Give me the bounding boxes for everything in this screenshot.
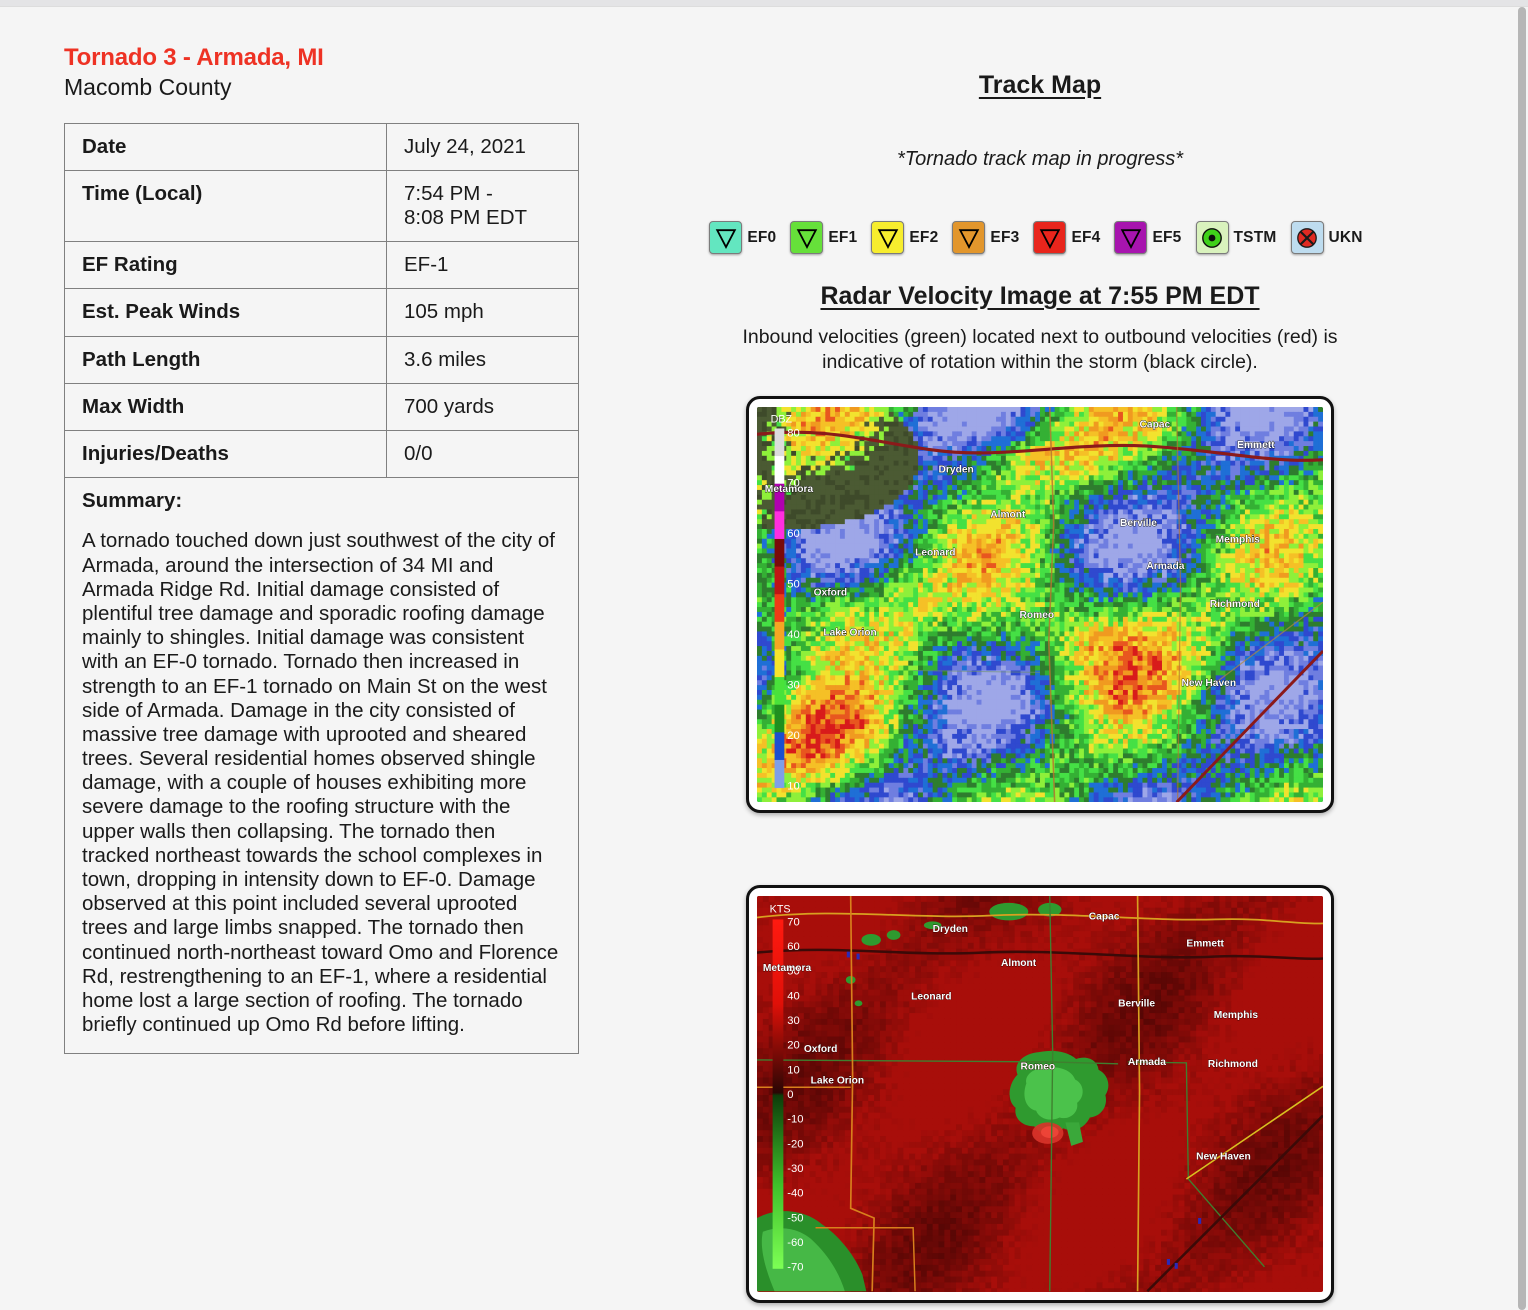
table-row: EF Rating EF-1 — [64, 241, 579, 290]
fact-key: Time (Local) — [64, 169, 387, 243]
legend-item-label: EF4 — [1071, 228, 1101, 246]
table-row: Max Width 700 yards — [64, 382, 579, 432]
scrollbar-thumb[interactable] — [1518, 7, 1526, 1310]
storm-dot-icon — [1195, 221, 1229, 254]
legend-item-label: UKN — [1328, 228, 1363, 246]
triangle-down-icon — [790, 221, 824, 254]
fact-value: 0/0 — [386, 430, 579, 479]
radar-reflectivity-figure[interactable]: DBZ 80 70 60 50 40 30 20 10 Capac Emmett Dryden Almo… — [746, 396, 1334, 814]
page-scrollbar[interactable] — [1514, 7, 1528, 1310]
fact-value: EF-1 — [386, 241, 579, 290]
triangle-down-icon — [952, 221, 986, 254]
fact-value: 7:54 PM -8:08 PM EDT — [386, 169, 579, 243]
table-row: Injuries/Deaths 0/0 — [64, 430, 579, 479]
county-subtitle: Macomb County — [64, 74, 232, 101]
legend-item-label: EF5 — [1152, 228, 1182, 246]
legend-item-ukn: UKN — [1290, 221, 1363, 254]
fact-key: EF Rating — [64, 241, 387, 290]
legend-item-ef4: EF4 — [1033, 221, 1100, 254]
summary-body-row: A tornado touched down just southwest of… — [64, 519, 579, 1055]
table-row: Est. Peak Winds 105 mph — [64, 288, 579, 337]
triangle-down-icon — [1033, 221, 1067, 254]
fact-value: 105 mph — [386, 288, 579, 337]
maps-panel: Track Map *Tornado track map in progress… — [700, 43, 1380, 1303]
legend-item-ef5: EF5 — [1114, 221, 1181, 254]
table-row: Time (Local) 7:54 PM -8:08 PM EDT — [64, 169, 579, 243]
legend-item-label: TSTM — [1233, 228, 1277, 246]
fact-key: Path Length — [64, 335, 387, 384]
fact-key: Est. Peak Winds — [64, 288, 387, 337]
tornado-facts-table: Date July 24, 2021 Time (Local) 7:54 PM -8:… — [64, 122, 579, 1055]
page-title: Tornado 3 - Armada, MI — [64, 44, 324, 71]
legend-item-label: EF0 — [747, 228, 777, 246]
fact-key: Date — [64, 122, 387, 171]
legend-item-ef1: EF1 — [790, 221, 857, 254]
radar-velocity-image[interactable]: KTS706050403020100-10-20-30-40-50-60-70C… — [757, 896, 1323, 1292]
legend-item-ef2: EF2 — [871, 221, 938, 254]
legend-item-label: EF2 — [909, 228, 939, 246]
fact-key: Injuries/Deaths — [64, 430, 387, 479]
legend-item-label: EF3 — [990, 228, 1020, 246]
fact-value: 3.6 miles — [386, 335, 579, 384]
summary-text: A tornado touched down just southwest of… — [64, 519, 579, 1055]
triangle-down-icon — [709, 221, 743, 254]
legend-item-tstm: TSTM — [1195, 221, 1277, 254]
circle-x-icon — [1290, 221, 1324, 254]
browser-top-band — [0, 0, 1528, 7]
legend-item-ef0: EF0 — [709, 221, 776, 254]
radar-velocity-title: Radar Velocity Image at 7:55 PM EDT — [820, 282, 1260, 310]
ef-scale-legend: EF0 EF1 EF2 EF3 EF4 EF5 TSTM UKN — [700, 221, 1380, 254]
fact-key: Max Width — [64, 382, 387, 432]
radar-velocity-figure[interactable]: KTS 70 60 50 40 30 20 10 0 -10 -20 -30 -40 -50 -60 -70 C… — [746, 885, 1334, 1303]
summary-label: Summary: — [64, 477, 579, 520]
track-map-note: *Tornado track map in progress* — [896, 148, 1184, 170]
table-row: Path Length 3.6 miles — [64, 335, 579, 384]
triangle-down-icon — [871, 221, 905, 254]
triangle-down-icon — [1114, 221, 1148, 254]
table-row: Date July 24, 2021 — [64, 122, 579, 171]
tornado-report-panel: Tornado 3 - Armada, MI Macomb County Dat… — [64, 43, 584, 1055]
summary-header-row: Summary: — [64, 477, 579, 520]
radar-caption: Inbound velocities (green) located next … — [742, 326, 1338, 373]
radar-reflectivity-image[interactable]: DBZ8070605040302010CapacEmmettDrydenAlmo… — [757, 407, 1323, 803]
fact-value: July 24, 2021 — [386, 122, 579, 171]
page-root: Tornado 3 - Armada, MI Macomb County Dat… — [0, 7, 1500, 1310]
fact-value: 700 yards — [386, 382, 579, 432]
legend-item-ef3: EF3 — [952, 221, 1019, 254]
legend-item-label: EF1 — [828, 228, 858, 246]
track-map-title: Track Map — [978, 71, 1102, 99]
